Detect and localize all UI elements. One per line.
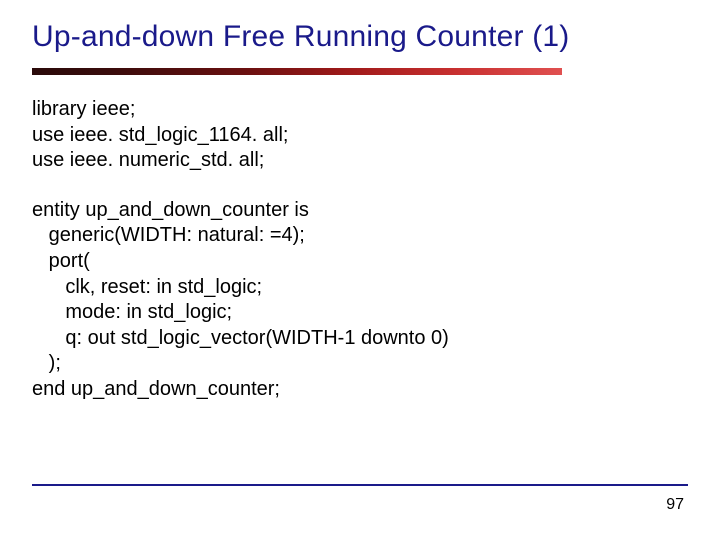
code-body: library ieee; use ieee. std_logic_1164. … (32, 97, 688, 403)
code-line: end up_and_down_counter; (32, 377, 688, 403)
code-line: port( (32, 249, 688, 275)
code-line: q: out std_logic_vector(WIDTH-1 downto 0… (32, 326, 688, 352)
code-line: entity up_and_down_counter is (32, 198, 688, 224)
code-line: clk, reset: in std_logic; (32, 275, 688, 301)
page-number: 97 (666, 496, 684, 514)
title-divider (32, 68, 562, 75)
blank-line (32, 174, 688, 198)
code-line: mode: in std_logic; (32, 300, 688, 326)
code-line: library ieee; (32, 97, 688, 123)
code-line: generic(WIDTH: natural: =4); (32, 223, 688, 249)
code-line: use ieee. std_logic_1164. all; (32, 123, 688, 149)
code-line: use ieee. numeric_std. all; (32, 148, 688, 174)
slide: Up-and-down Free Running Counter (1) lib… (0, 0, 720, 540)
footer-divider (32, 484, 688, 486)
slide-title: Up-and-down Free Running Counter (1) (32, 20, 688, 54)
code-line: ); (32, 351, 688, 377)
